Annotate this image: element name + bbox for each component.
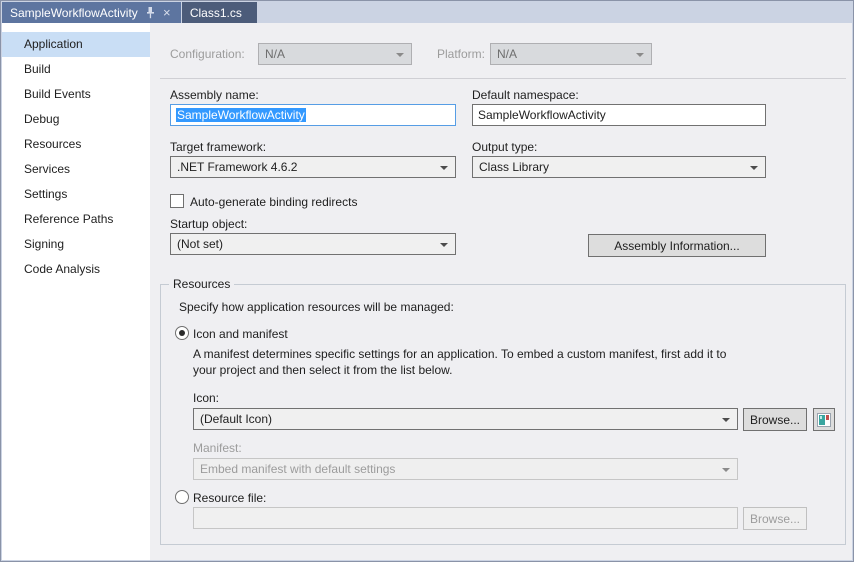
tab-class1-cs[interactable]: Class1.cs (182, 2, 257, 23)
pin-icon[interactable] (145, 7, 156, 19)
icon-preview-button[interactable] (813, 408, 835, 431)
resources-description: Specify how application resources will b… (179, 300, 454, 314)
platform-dropdown[interactable]: N/A (490, 43, 652, 65)
sidebar-item-services[interactable]: Services (2, 157, 150, 182)
sidebar-item-build[interactable]: Build (2, 57, 150, 82)
tab-sampleworkflowactivity[interactable]: SampleWorkflowActivity × (2, 2, 181, 23)
resource-file-browse-button[interactable]: Browse... (743, 507, 807, 530)
icon-dropdown[interactable]: (Default Icon) (193, 408, 738, 430)
startup-object-value: (Not set) (177, 237, 223, 251)
sidebar-item-application[interactable]: Application (2, 32, 150, 57)
manifest-dropdown[interactable]: Embed manifest with default settings (193, 458, 738, 480)
configuration-dropdown[interactable]: N/A (258, 43, 412, 65)
sidebar-item-debug[interactable]: Debug (2, 107, 150, 132)
application-settings-panel: Configuration: N/A Platform: N/A Assembl… (150, 23, 852, 560)
startup-object-dropdown[interactable]: (Not set) (170, 233, 456, 255)
auto-generate-binding-redirects-label: Auto-generate binding redirects (190, 195, 357, 209)
tab-label: Class1.cs (190, 6, 242, 20)
target-framework-label: Target framework: (170, 140, 266, 154)
output-type-label: Output type: (472, 140, 537, 154)
manifest-label: Manifest: (193, 441, 242, 455)
sidebar-item-resources[interactable]: Resources (2, 132, 150, 157)
tab-label: SampleWorkflowActivity (10, 6, 138, 20)
default-icon-preview (817, 413, 831, 427)
resources-groupbox: Resources Specify how application resour… (160, 284, 846, 545)
default-namespace-label: Default namespace: (472, 88, 579, 102)
assembly-name-input[interactable]: SampleWorkflowActivity (170, 104, 456, 126)
sidebar-item-code-analysis[interactable]: Code Analysis (2, 257, 150, 282)
manifest-help-line2: your project and then select it from the… (193, 363, 452, 377)
sidebar-item-signing[interactable]: Signing (2, 232, 150, 257)
assembly-name-selected-text: SampleWorkflowActivity (176, 108, 306, 122)
resource-file-radio[interactable] (175, 490, 189, 504)
platform-value: N/A (497, 47, 517, 61)
assembly-name-label: Assembly name: (170, 88, 259, 102)
icon-and-manifest-label: Icon and manifest (193, 327, 288, 341)
resources-group-title: Resources (169, 277, 234, 291)
auto-generate-binding-redirects-checkbox[interactable] (170, 194, 184, 208)
icon-and-manifest-radio[interactable] (175, 326, 189, 340)
assembly-information-button[interactable]: Assembly Information... (588, 234, 766, 257)
manifest-value: Embed manifest with default settings (200, 462, 395, 476)
properties-sidebar: Application Build Build Events Debug Res… (2, 23, 150, 560)
manifest-help-line1: A manifest determines specific settings … (193, 347, 726, 361)
icon-browse-button[interactable]: Browse... (743, 408, 807, 431)
section-divider (160, 78, 846, 79)
icon-value: (Default Icon) (200, 412, 272, 426)
sidebar-item-build-events[interactable]: Build Events (2, 82, 150, 107)
resource-file-label: Resource file: (193, 491, 266, 505)
resource-file-input[interactable] (193, 507, 738, 529)
platform-label: Platform: (437, 43, 485, 65)
document-tab-strip: SampleWorkflowActivity × Class1.cs (2, 2, 852, 23)
sidebar-item-settings[interactable]: Settings (2, 182, 150, 207)
output-type-dropdown[interactable]: Class Library (472, 156, 766, 178)
target-framework-dropdown[interactable]: .NET Framework 4.6.2 (170, 156, 456, 178)
close-icon[interactable]: × (161, 7, 173, 19)
configuration-value: N/A (265, 47, 285, 61)
sidebar-item-reference-paths[interactable]: Reference Paths (2, 207, 150, 232)
default-namespace-input[interactable] (472, 104, 766, 126)
icon-label: Icon: (193, 391, 219, 405)
startup-object-label: Startup object: (170, 217, 247, 231)
target-framework-value: .NET Framework 4.6.2 (177, 160, 297, 174)
output-type-value: Class Library (479, 160, 549, 174)
window-body: Application Build Build Events Debug Res… (2, 23, 852, 560)
configuration-label: Configuration: (170, 43, 245, 65)
project-properties-window: SampleWorkflowActivity × Class1.cs Appli… (0, 0, 854, 562)
